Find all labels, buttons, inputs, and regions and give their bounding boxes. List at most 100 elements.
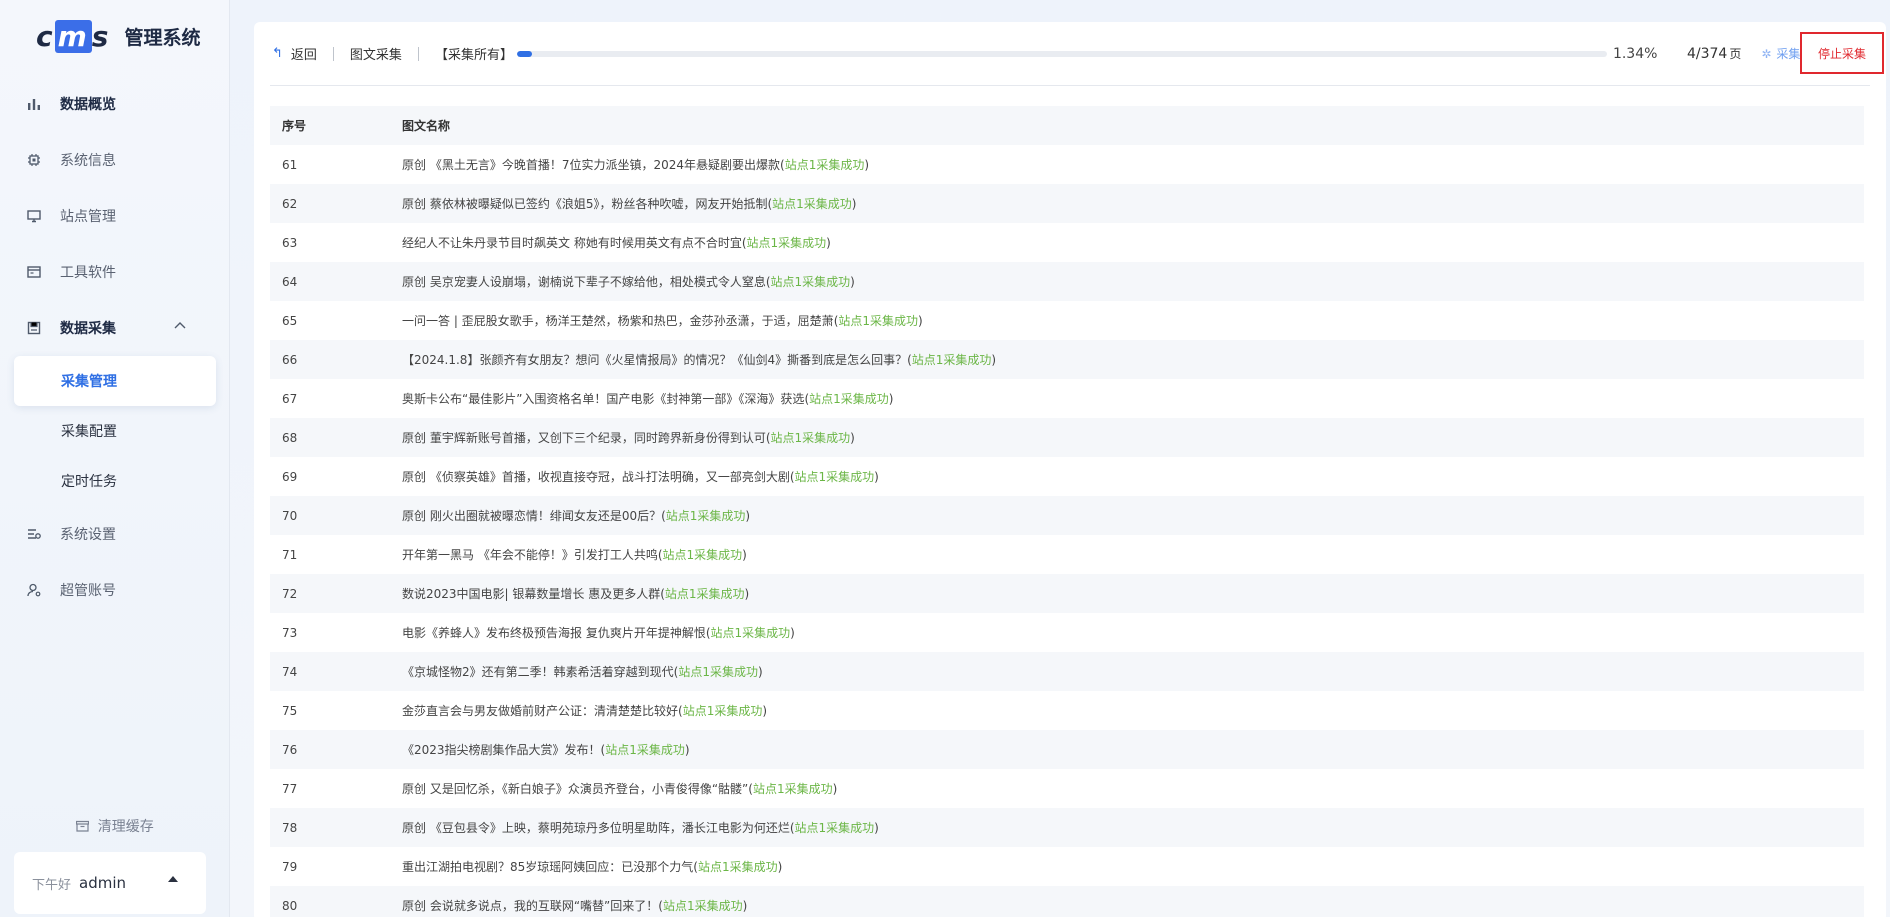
row-number: 67 (282, 391, 298, 406)
row-title: 【2024.1.8】张颜齐有女朋友？想问《火星情报局》的情况？《仙剑4》撕番到底… (402, 353, 908, 367)
sidebar-item-tools[interactable]: 工具软件 (0, 244, 230, 300)
status-paren: ) (762, 704, 768, 718)
status-success-text: 站点1采集成功 (772, 197, 852, 211)
back-button[interactable]: ↰ 返回 (270, 44, 317, 63)
back-label: 返回 (290, 48, 317, 63)
status-success-text: 站点1采集成功 (662, 548, 743, 562)
row-title-cell: 原创 会说就多说点，我的互联网“嘴替”回来了！(站点1采集成功) (402, 897, 1864, 914)
collection-category: 图文采集 (349, 48, 402, 63)
row-title: 原创 吴京宠妻人设崩塌，谢楠说下辈子不嫁给他，相处模式令人窒息 (402, 275, 766, 289)
status-success-text: 站点1采集成功 (682, 704, 763, 718)
sidebar-subitem-scheduled-tasks[interactable]: 定时任务 (14, 456, 216, 506)
user-menu[interactable]: 下午好 admin (14, 852, 206, 914)
app-logo[interactable]: cms 管理系统 (36, 18, 200, 54)
row-title-cell: 原创 又是回忆杀，《新白娘子》众演员齐登台，小青俊得像“骷髅”(站点1采集成功) (402, 780, 1864, 797)
table-row: 67 奥斯卡公布“最佳影片”入围资格名单！国产电影《封神第一部》《深海》获选(站点… (270, 379, 1864, 418)
row-title-cell: 原创 蔡依林被曝疑似已签约《浪姐5》，粉丝各种吹嘘，网友开始抵制(站点1采集成功… (402, 195, 1864, 212)
status-success-text: 站点1采集成功 (665, 509, 746, 523)
row-title: 电影《养蜂人》发布终极预告海报 复仇爽片开年提神解恨 (402, 626, 706, 640)
row-title: 数说2023中国电影| 银幕数量增长 惠及更多人群 (402, 587, 661, 601)
table-row: 73 电影《养蜂人》发布终极预告海报 复仇爽片开年提神解恨(站点1采集成功) (270, 613, 1864, 652)
sidebar-item-data-overview[interactable]: 数据概览 (0, 76, 230, 132)
table-row: 70 原创 刚火出圈就被曝恋情！绯闻女友还是00后？(站点1采集成功) (270, 496, 1864, 535)
box-icon (76, 819, 97, 835)
status-paren: ) (744, 587, 750, 601)
app-title: 管理系统 (124, 26, 201, 49)
row-title: 开年第一黑马 《年会不能停！》引发打工人共鸣 (402, 548, 658, 562)
row-number: 72 (282, 586, 298, 601)
row-title: 原创 又是回忆杀，《新白娘子》众演员齐登台，小青俊得像“骷髅” (402, 782, 749, 796)
sidebar-item-label: 工具软件 (60, 265, 116, 281)
row-title: 一问一答 | 歪屁股女歌手，杨洋王楚然，杨紫和热巴，金莎孙丞潇，于适，屈楚萧 (402, 314, 834, 328)
page-count: 4/374 (1686, 46, 1728, 62)
logo-mark: cms (36, 19, 111, 53)
sidebar-item-admin-account[interactable]: 超管账号 (0, 562, 230, 618)
row-title: 原创 董宇辉新账号首播，又创下三个纪录，同时跨界新身份得到认可 (402, 431, 766, 445)
row-number: 68 (282, 430, 298, 445)
table-row: 64 原创 吴京宠妻人设崩塌，谢楠说下辈子不嫁给他，相处模式令人窒息(站点1采集成… (270, 262, 1864, 301)
status-success-text: 站点1采集成功 (794, 821, 875, 835)
row-title: 原创 《侦察英雄》首播，收视直接夺冠，战斗打法明确，又一部亮剑大剧 (402, 470, 790, 484)
status-paren: ) (918, 314, 923, 328)
sidebar-item-label: 系统信息 (60, 153, 116, 169)
status-success-text: 站点1采集成功 (664, 587, 745, 601)
progress-bar (516, 50, 1607, 57)
row-title-cell: 《京城怪物2》还有第二季！韩素希活着穿越到现代(站点1采集成功) (402, 663, 1864, 680)
row-title-cell: 一问一答 | 歪屁股女歌手，杨洋王楚然，杨紫和热巴，金莎孙丞潇，于适，屈楚萧(站… (402, 312, 1864, 329)
status-paren: ) (790, 626, 795, 640)
column-header-title: 图文名称 (402, 119, 451, 133)
status-success-text: 站点1采集成功 (752, 782, 833, 796)
sidebar-subitem-collect-management[interactable]: 采集管理 (14, 356, 216, 406)
status-paren: ) (742, 899, 748, 913)
status-success-text: 站点1采集成功 (911, 353, 992, 367)
status-paren: ) (851, 197, 857, 211)
table-row: 66 【2024.1.8】张颜齐有女朋友？想问《火星情报局》的情况？《仙剑4》撕番… (270, 340, 1864, 379)
row-title: 奥斯卡公布“最佳影片”入围资格名单！国产电影《封神第一部》《深海》获选 (402, 392, 805, 406)
bar-chart-icon (26, 96, 42, 112)
page-counter: 4/374 页 (1687, 45, 1741, 62)
clear-cache-button[interactable]: 清理缓存 (0, 816, 230, 836)
table-row: 75 金莎直言会与男友做婚前财产公证：清清楚楚比较好(站点1采集成功) (270, 691, 1864, 730)
status-paren: ) (684, 743, 690, 757)
row-title: 原创 刚火出圈就被曝恋情！绯闻女友还是00后？ (402, 509, 662, 523)
sidebar-subitem-collect-config[interactable]: 采集配置 (14, 406, 216, 456)
table-row: 72 数说2023中国电影| 银幕数量增长 惠及更多人群(站点1采集成功) (270, 574, 1864, 613)
progress-percent: 1.34% (1612, 45, 1658, 62)
row-number: 69 (282, 469, 298, 484)
column-header-no: 序号 (282, 119, 307, 133)
table-row: 78 原创 《豆包县令》上映，蔡明苑琼丹多位明星助阵，潘长江电影为何还烂(站点1采… (270, 808, 1864, 847)
row-number: 73 (282, 625, 298, 640)
table-row: 68 原创 董宇辉新账号首播，又创下三个纪录，同时跨界新身份得到认可(站点1采集成… (270, 418, 1864, 457)
status-success-text: 站点1采集成功 (678, 665, 758, 679)
sidebar-item-system-settings[interactable]: 系统设置 (0, 506, 230, 562)
stop-collection-button[interactable]: 停止采集 (1800, 32, 1884, 74)
table-row: 80 原创 会说就多说点，我的互联网“嘴替”回来了！(站点1采集成功) (270, 886, 1864, 917)
row-title-cell: 电影《养蜂人》发布终极预告海报 复仇爽片开年提神解恨(站点1采集成功) (402, 624, 1864, 641)
row-title-cell: 数说2023中国电影| 银幕数量增长 惠及更多人群(站点1采集成功) (402, 585, 1864, 602)
sidebar-item-system-info[interactable]: 系统信息 (0, 132, 230, 188)
sidebar-item-data-collection[interactable]: 数据采集 (0, 300, 230, 356)
table-row: 71 开年第一黑马 《年会不能停！》引发打工人共鸣(站点1采集成功) (270, 535, 1864, 574)
status-paren: ) (832, 782, 838, 796)
divider (332, 46, 334, 61)
chip-icon (26, 152, 42, 168)
row-number: 74 (282, 664, 298, 679)
sidebar-item-site-management[interactable]: 站点管理 (0, 188, 230, 244)
sidebar-item-label: 超管账号 (60, 583, 116, 599)
row-title: 经纪人不让朱丹录节目时飙英文 称她有时候用英文有点不合时宜 (402, 236, 742, 250)
sidebar-item-label: 站点管理 (60, 209, 116, 225)
sidebar-item-label: 数据采集 (60, 321, 116, 337)
loading-spinner-icon: ✲ (1761, 46, 1772, 61)
row-number: 65 (282, 313, 298, 328)
table-row: 74 《京城怪物2》还有第二季！韩素希活着穿越到现代(站点1采集成功) (270, 652, 1864, 691)
status-paren: ) (850, 431, 855, 445)
row-number: 77 (282, 781, 298, 796)
table-row: 63 经纪人不让朱丹录节目时飙英文 称她有时候用英文有点不合时宜(站点1采集成功) (270, 223, 1864, 262)
row-title: 原创 蔡依林被曝疑似已签约《浪姐5》，粉丝各种吹嘘，网友开始抵制 (402, 197, 768, 211)
user-greeting: 下午好 (32, 877, 72, 893)
divider (417, 46, 419, 61)
row-title: 原创 《豆包县令》上映，蔡明苑琼丹多位明星助阵，潘长江电影为何还烂 (402, 821, 790, 835)
status-success-text: 站点1采集成功 (770, 275, 851, 289)
row-title-cell: 《2023指尖榜剧集作品大赏》发布！(站点1采集成功) (402, 741, 1864, 758)
row-number: 70 (282, 508, 298, 523)
